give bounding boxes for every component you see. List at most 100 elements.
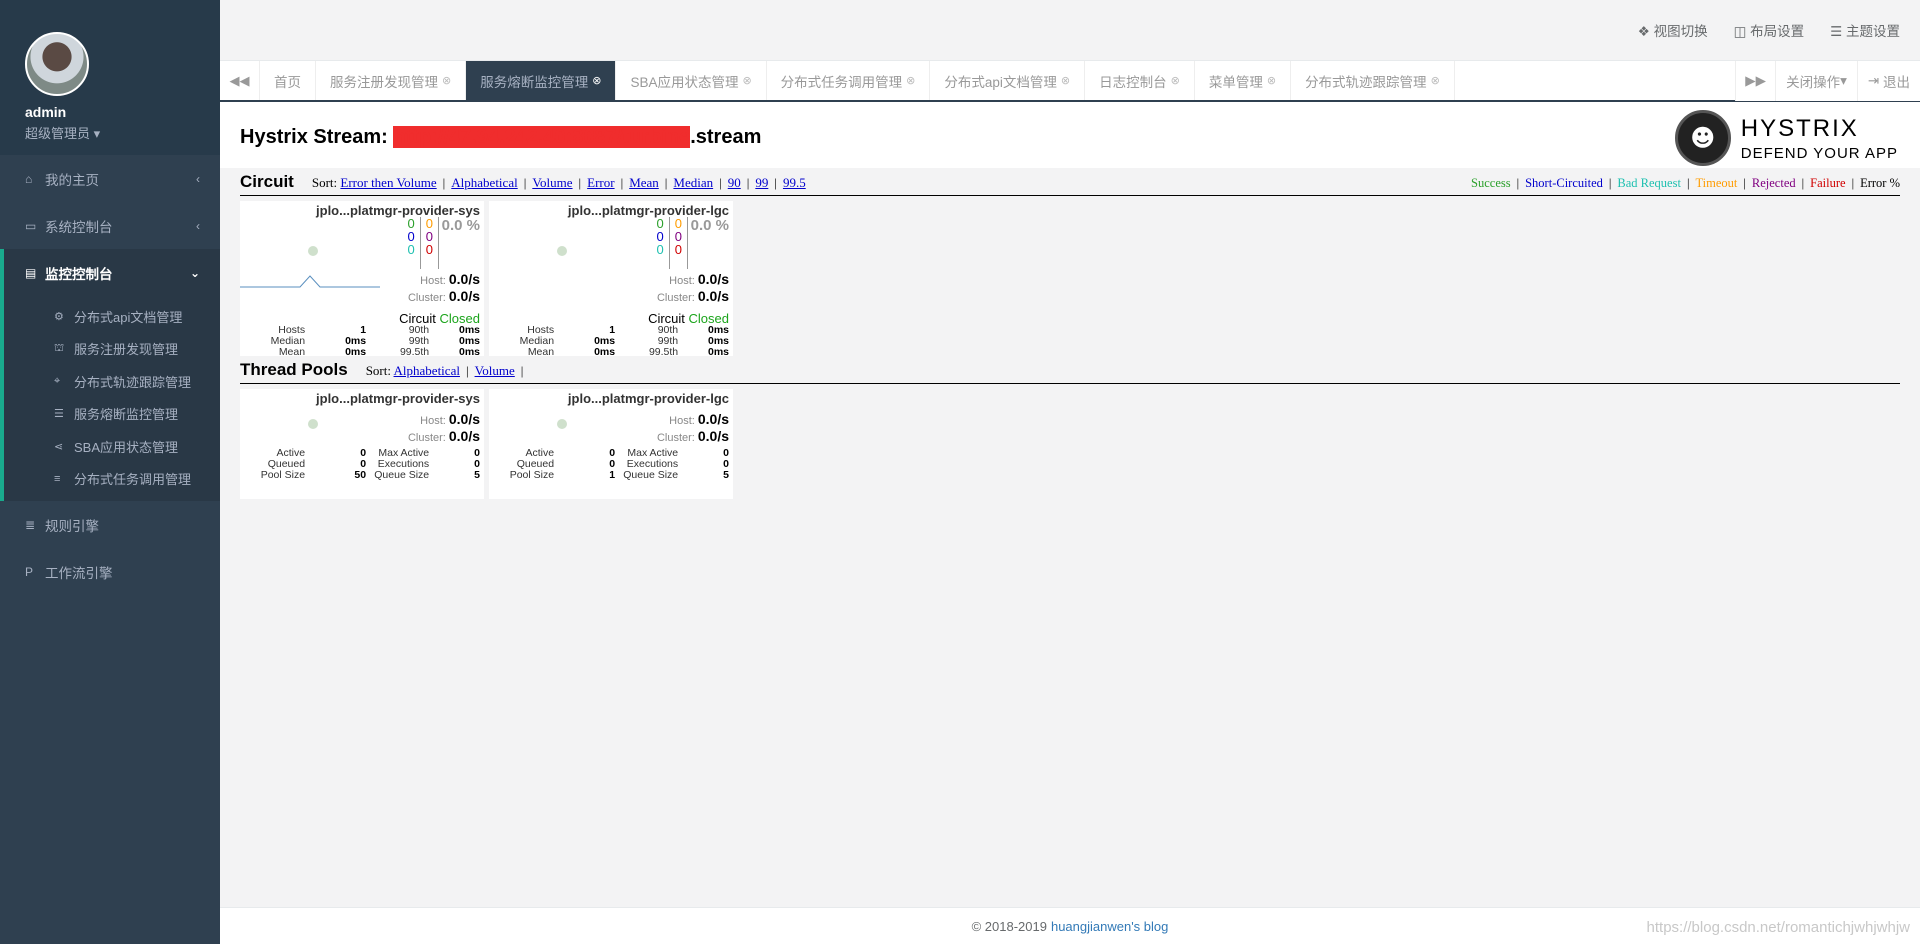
tab-service-registry[interactable]: 服务注册发现管理 ⊗ [316, 61, 467, 100]
submenu-item-api-docs[interactable]: ⚙ 分布式api文档管理 [4, 300, 220, 333]
sort-link[interactable]: Error then Volume [340, 175, 436, 190]
stat-value: 0 [360, 447, 367, 459]
layout-settings-button[interactable]: ◫ 布局设置 [1734, 20, 1805, 40]
sort-link[interactable]: Mean [629, 175, 659, 190]
close-icon[interactable]: ⊗ [592, 74, 601, 87]
threadpool-name: jplo...platmgr-provider-lgc [567, 391, 729, 406]
submenu-item-label: 服务注册发现管理 [74, 342, 179, 358]
close-icon[interactable]: ⊗ [1061, 74, 1070, 87]
bad-request-count: 0 [407, 242, 415, 257]
legend-item: Rejected [1751, 176, 1796, 190]
close-icon[interactable]: ⊗ [906, 74, 915, 87]
sort-link[interactable]: Volume [475, 363, 515, 378]
cluster-rate-value: 0.0/s [697, 428, 729, 444]
paypal-icon: P [25, 564, 34, 579]
submenu-item-service-registry[interactable]: ⛫ 服务注册发现管理 [4, 333, 220, 366]
legend-item: Bad Request [1617, 176, 1681, 190]
sort-link[interactable]: Median [673, 175, 713, 190]
chevron-left-icon: ‹ [196, 218, 200, 233]
sort-separator: | [523, 175, 527, 190]
stream-header: Hystrix Stream: http://47.94.242.40:8087… [220, 102, 1920, 168]
cluster-rate: Cluster: 0.0/s [657, 288, 729, 304]
close-icon[interactable]: ⊗ [1267, 74, 1276, 87]
tabs-scroll-left-button[interactable]: ◀◀ [220, 61, 260, 100]
close-operations-dropdown[interactable]: 关闭操作 ▾ [1775, 61, 1857, 101]
tab-log-console[interactable]: 日志控制台 ⊗ [1085, 61, 1195, 100]
user-role-dropdown[interactable]: 超级管理员 ▾ [25, 123, 220, 142]
user-name[interactable]: admin [25, 104, 220, 120]
circuit-panel-lgc: jplo...platmgr-provider-lgc 0 0 0 0 0 0 0.0 % Ho… [489, 201, 733, 358]
sidebar-item-system-console[interactable]: ▭ 系统控制台 ‹ [0, 202, 220, 249]
view-switch-button[interactable]: ❖ 视图切换 [1638, 20, 1708, 40]
threadpool-stats: Active 0 Max Active 0 Queued 0 Executions 0 Pool… [240, 448, 480, 481]
sort-link[interactable]: 90 [728, 175, 741, 190]
submenu-item-circuit-monitor[interactable]: ☰ 服务熔断监控管理 [4, 398, 220, 431]
counts-col-1: 000 [408, 217, 420, 269]
sidebar-item-rule-engine[interactable]: ≣ 规则引擎 [0, 501, 220, 548]
sort-separator: | [620, 175, 624, 190]
stat-label: Queue Size [374, 469, 430, 481]
logout-button[interactable]: ⇥ 退出 [1856, 61, 1920, 101]
sort-link[interactable]: Alphabetical [451, 175, 517, 190]
cluster-rate: Cluster: 0.0/s [657, 428, 729, 444]
tab-home[interactable]: 首页 [260, 61, 316, 100]
circuit-name: jplo...platmgr-provider-lgc [567, 203, 729, 218]
cluster-rate-value: 0.0/s [448, 288, 480, 304]
request-counts: 000000 [408, 217, 439, 269]
threadpool-health-dot [557, 419, 567, 429]
threadpool-panels: jplo...platmgr-provider-sys Host: 0.0/s Clu… [240, 389, 1900, 499]
sort-separator: | [774, 175, 777, 190]
tab-circuit-monitor[interactable]: 服务熔断监控管理 ⊗ [466, 61, 617, 100]
sidebar-item-home[interactable]: ⌂ 我的主页 ‹ [0, 155, 220, 202]
sort-separator: | [465, 363, 469, 378]
host-rate-value: 0.0/s [448, 271, 480, 287]
submenu-item-sba-status[interactable]: ⋖ SBA应用状态管理 [4, 430, 220, 463]
sidebar-item-label: 我的主页 [45, 172, 99, 188]
close-icon[interactable]: ⊗ [742, 74, 751, 87]
tab-label: 分布式api文档管理 [944, 74, 1057, 90]
sort-link[interactable]: Volume [532, 175, 572, 190]
sort-link[interactable]: Alphabetical [394, 363, 460, 378]
chevron-left-icon: ‹ [196, 171, 200, 186]
sort-link[interactable]: 99 [755, 175, 768, 190]
stat-value: 0 [609, 447, 616, 459]
top-toolbar: ❖ 视图切换 ◫ 布局设置 ☰ 主题设置 [220, 0, 1920, 60]
dropbox-icon: ❖ [1637, 24, 1650, 39]
cluster-rate: Cluster: 0.0/s [408, 428, 480, 444]
view-switch-label: 视图切换 [1653, 24, 1708, 39]
stat-value: 0 [609, 458, 616, 470]
server-icon: ☰ [54, 408, 64, 421]
host-rate: Host: 0.0/s [420, 271, 480, 287]
stream-url-redacted: http://47.94.242.40:8087/turbine [393, 126, 691, 148]
cluster-rate-label: Cluster: [656, 292, 695, 304]
sort-link[interactable]: 99.5 [783, 175, 806, 190]
theme-settings-button[interactable]: ☰ 主题设置 [1830, 20, 1900, 40]
avatar[interactable] [25, 32, 89, 96]
tab-tracing[interactable]: 分布式轨迹跟踪管理 ⊗ [1291, 61, 1455, 100]
stat-label: Pool Size [260, 469, 306, 481]
submenu-item-task-scheduling[interactable]: ≡ 分布式任务调用管理 [4, 463, 220, 496]
stat-value: 5 [723, 469, 729, 481]
desktop-icon: ▭ [25, 218, 37, 233]
close-icon[interactable]: ⊗ [442, 74, 451, 87]
sidebar-item-workflow-engine[interactable]: P 工作流引擎 [0, 548, 220, 595]
tabs-scroll-right-button[interactable]: ▶▶ [1735, 61, 1775, 101]
circuit-health-dot [308, 246, 318, 256]
threadpool-sort-options: Sort: Alphabetical | Volume | [366, 363, 530, 380]
tab-menu-management[interactable]: 菜单管理 ⊗ [1195, 61, 1292, 100]
sidebar-item-monitor-console[interactable]: ▤ 监控控制台 ⌄ [0, 249, 220, 296]
stat-value: 0 [474, 447, 480, 459]
footer-blog-link[interactable]: huangjianwen's blog [1051, 919, 1168, 934]
tab-api-docs[interactable]: 分布式api文档管理 ⊗ [930, 61, 1086, 100]
sidebar-item-label: 监控控制台 [45, 266, 113, 282]
tab-sba-status[interactable]: SBA应用状态管理 ⊗ [616, 61, 767, 100]
sort-link[interactable]: Error [587, 175, 614, 190]
close-icon[interactable]: ⊗ [1171, 74, 1180, 87]
main-area: ❖ 视图切换 ◫ 布局设置 ☰ 主题设置 ◀◀ 首页 服务注册发现管理 ⊗ 服务熔… [220, 0, 1920, 944]
counts-col-2: 000 [419, 217, 439, 269]
tab-task-scheduling[interactable]: 分布式任务调用管理 ⊗ [767, 61, 931, 100]
backward-icon: ◀◀ [229, 72, 250, 88]
submenu-item-tracing[interactable]: ⌖ 分布式轨迹跟踪管理 [4, 365, 220, 398]
close-icon[interactable]: ⊗ [1431, 74, 1440, 87]
host-rate-value: 0.0/s [697, 271, 729, 287]
